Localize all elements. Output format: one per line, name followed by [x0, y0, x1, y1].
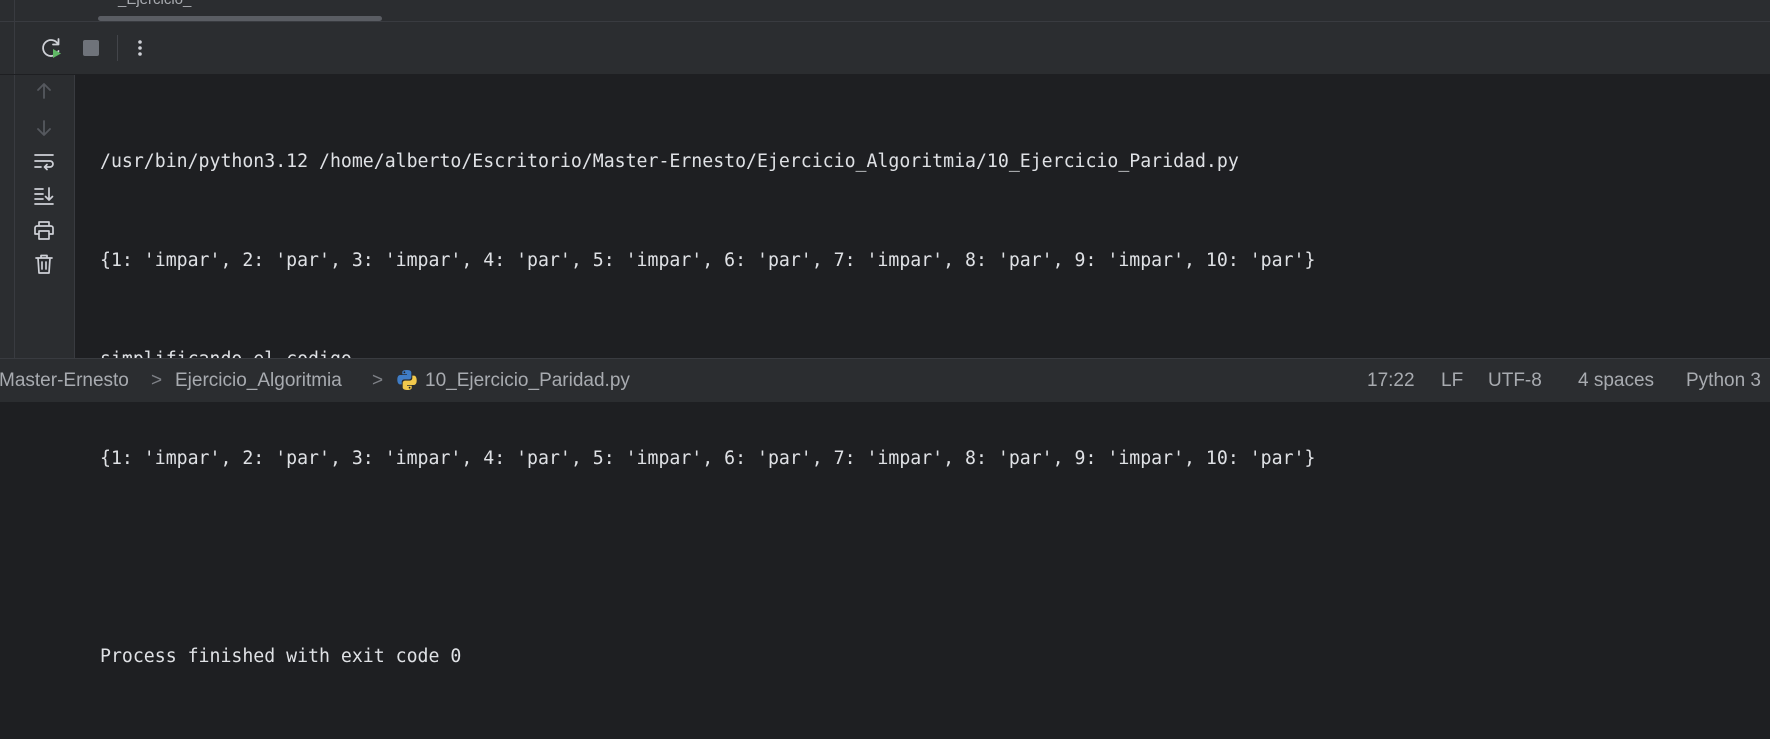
breadcrumb-separator: >	[372, 370, 384, 391]
tab-scrollbar-thumb[interactable]	[98, 16, 382, 21]
arrow-up-icon	[37, 83, 51, 99]
editor-tab-strip: _Ejercicio_	[0, 0, 1770, 22]
console-line: /usr/bin/python3.12 /home/alberto/Escrit…	[100, 151, 1239, 172]
stop-icon	[83, 40, 99, 56]
print-icon	[34, 221, 54, 240]
arrow-down-icon	[37, 120, 51, 136]
status-bar: Master-Ernesto > Ejercicio_Algoritmia > …	[0, 358, 1770, 402]
divider	[14, 0, 15, 21]
run-toolbar	[0, 22, 1770, 75]
trash-icon	[35, 254, 53, 274]
console-actions-sidebar	[0, 75, 75, 358]
rerun-icon	[42, 38, 61, 58]
breadcrumb-file[interactable]: 10_Ejercicio_Paridad.py	[425, 370, 630, 392]
breadcrumb-folder[interactable]: Ejercicio_Algoritmia	[175, 370, 342, 392]
indent-setting[interactable]: 4 spaces	[1578, 370, 1654, 392]
file-encoding[interactable]: UTF-8	[1488, 370, 1542, 392]
divider	[14, 22, 15, 74]
divider	[14, 75, 15, 358]
clear-all-button[interactable]	[31, 251, 57, 277]
caret-position[interactable]: 17:22	[1367, 370, 1415, 392]
next-occurrence-button[interactable]	[31, 115, 57, 141]
rerun-button[interactable]	[39, 35, 65, 61]
more-vertical-icon	[138, 40, 142, 56]
python-interpreter[interactable]: Python 3	[1686, 370, 1761, 392]
previous-occurrence-button[interactable]	[31, 78, 57, 104]
console-output[interactable]: /usr/bin/python3.12 /home/alberto/Escrit…	[75, 75, 1770, 667]
editor-tab-fragment[interactable]: _Ejercicio_	[118, 0, 191, 8]
soft-wrap-button[interactable]	[31, 148, 57, 174]
console-text: /usr/bin/python3.12 /home/alberto/Escrit…	[100, 79, 1315, 739]
breadcrumb-project[interactable]: Master-Ernesto	[0, 370, 129, 392]
console-line: {1: 'impar', 2: 'par', 3: 'impar', 4: 'p…	[100, 448, 1316, 469]
console-line: {1: 'impar', 2: 'par', 3: 'impar', 4: 'p…	[100, 250, 1316, 271]
more-actions-button[interactable]	[127, 35, 153, 61]
toolbar-divider	[117, 35, 118, 61]
breadcrumb-separator: >	[151, 370, 163, 391]
python-file-icon	[395, 368, 419, 392]
scroll-to-end-button[interactable]	[31, 182, 57, 208]
print-button[interactable]	[31, 217, 57, 243]
stop-button[interactable]	[78, 35, 104, 61]
scroll-to-end-icon	[34, 187, 54, 205]
soft-wrap-icon	[34, 154, 54, 171]
line-separator[interactable]: LF	[1441, 370, 1463, 392]
console-line: Process finished with exit code 0	[100, 646, 462, 667]
